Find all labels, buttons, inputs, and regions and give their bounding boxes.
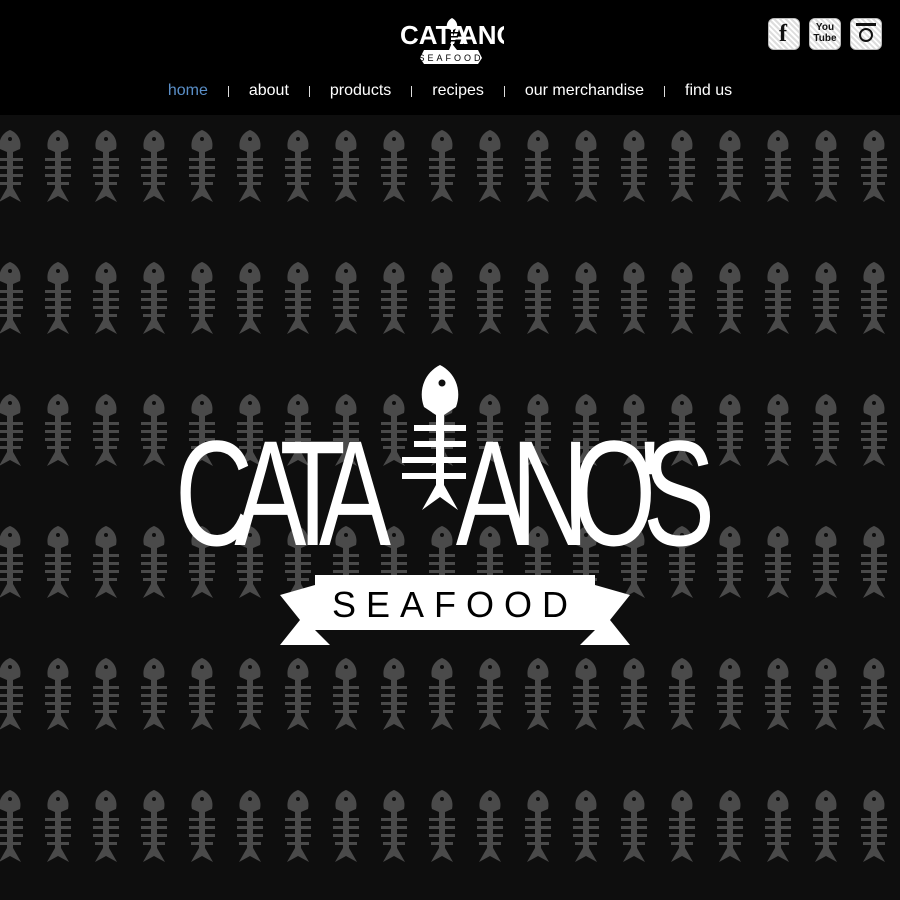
facebook-glyph: f <box>779 21 787 47</box>
youtube-glyph: You Tube <box>813 22 837 44</box>
header-logo[interactable]: CATA ANO'S SEAFOOD <box>398 12 504 66</box>
hero-logo-text-right: ANO'S <box>456 410 715 578</box>
nav-find-us[interactable]: find us <box>685 82 732 100</box>
instagram-icon[interactable] <box>850 18 882 50</box>
hero-logo-tagline: SEAFOOD <box>332 584 578 625</box>
nav-separator <box>411 85 413 97</box>
nav-separator <box>503 85 505 97</box>
nav-separator <box>664 85 666 97</box>
nav-separator <box>227 85 229 97</box>
header-logo-text-right: ANO'S <box>459 20 504 50</box>
nav-products[interactable]: products <box>330 82 391 100</box>
hero-logo-graphic: CATA ANO'S SEAFOOD <box>175 365 715 645</box>
facebook-icon[interactable]: f <box>768 18 800 50</box>
social-links: f You Tube <box>768 18 882 50</box>
nav-separator <box>308 85 310 97</box>
instagram-bar <box>856 23 876 26</box>
hero-banner: CATA ANO'S SEAFOOD <box>0 115 900 900</box>
nav-about[interactable]: about <box>249 82 289 100</box>
instagram-lens <box>859 28 873 42</box>
main-nav: home about products recipes our merchand… <box>0 82 900 100</box>
nav-merchandise[interactable]: our merchandise <box>525 82 644 100</box>
nav-home[interactable]: home <box>168 82 208 100</box>
hero-logo-text-left: CATA <box>175 410 391 578</box>
youtube-line2: Tube <box>813 33 837 44</box>
header-logo-tagline: SEAFOOD <box>418 53 483 63</box>
hero-logo: CATA ANO'S SEAFOOD <box>175 365 730 775</box>
youtube-icon[interactable]: You Tube <box>809 18 841 50</box>
nav-recipes[interactable]: recipes <box>432 82 484 100</box>
site-header: CATA ANO'S SEAFOOD f You Tube home <box>0 0 900 115</box>
youtube-line1: You <box>815 22 835 33</box>
header-logo-graphic: CATA ANO'S SEAFOOD <box>400 18 504 64</box>
